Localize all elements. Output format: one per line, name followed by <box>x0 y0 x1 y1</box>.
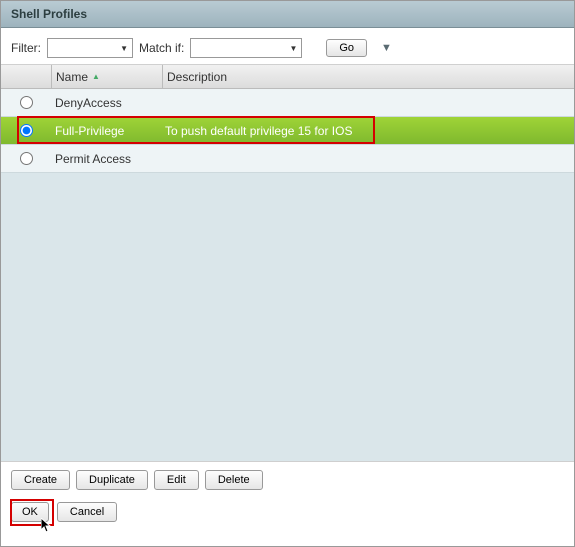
cancel-button[interactable]: Cancel <box>57 502 117 522</box>
table-header: Name ▲ Description <box>1 65 574 89</box>
create-button[interactable]: Create <box>11 470 70 490</box>
ok-button[interactable]: OK <box>11 502 49 522</box>
profiles-table: Name ▲ Description DenyAccess Full-Privi… <box>1 65 574 461</box>
chevron-down-icon: ▼ <box>289 44 297 53</box>
row-name: Full-Privilege <box>51 124 161 138</box>
table-row[interactable]: DenyAccess <box>1 89 574 117</box>
duplicate-button[interactable]: Duplicate <box>76 470 148 490</box>
delete-button[interactable]: Delete <box>205 470 263 490</box>
column-name[interactable]: Name ▲ <box>52 70 162 84</box>
table-row[interactable]: Permit Access <box>1 145 574 173</box>
row-radio[interactable] <box>20 152 33 165</box>
panel-title: Shell Profiles <box>1 1 574 28</box>
action-bar: Create Duplicate Edit Delete <box>1 461 574 496</box>
row-name: DenyAccess <box>51 96 161 110</box>
edit-button[interactable]: Edit <box>154 470 199 490</box>
go-button[interactable]: Go <box>326 39 367 57</box>
filter-label: Filter: <box>11 41 41 55</box>
filter-bar: Filter: ▼ Match if: ▼ Go ▼ <box>1 28 574 65</box>
match-if-label: Match if: <box>139 41 184 55</box>
table-row[interactable]: Full-Privilege To push default privilege… <box>1 117 574 145</box>
row-name: Permit Access <box>51 152 161 166</box>
footer-bar: OK Cancel <box>1 496 574 532</box>
row-desc: To push default privilege 15 for IOS <box>161 124 574 138</box>
filter-type-dropdown[interactable]: ▼ <box>47 38 133 58</box>
sort-asc-icon: ▲ <box>92 72 100 81</box>
row-radio[interactable] <box>20 124 33 137</box>
row-radio[interactable] <box>20 96 33 109</box>
column-description[interactable]: Description <box>163 70 574 84</box>
chevron-down-icon: ▼ <box>120 44 128 53</box>
match-if-dropdown[interactable]: ▼ <box>190 38 302 58</box>
filter-expand-icon[interactable]: ▼ <box>381 42 392 54</box>
